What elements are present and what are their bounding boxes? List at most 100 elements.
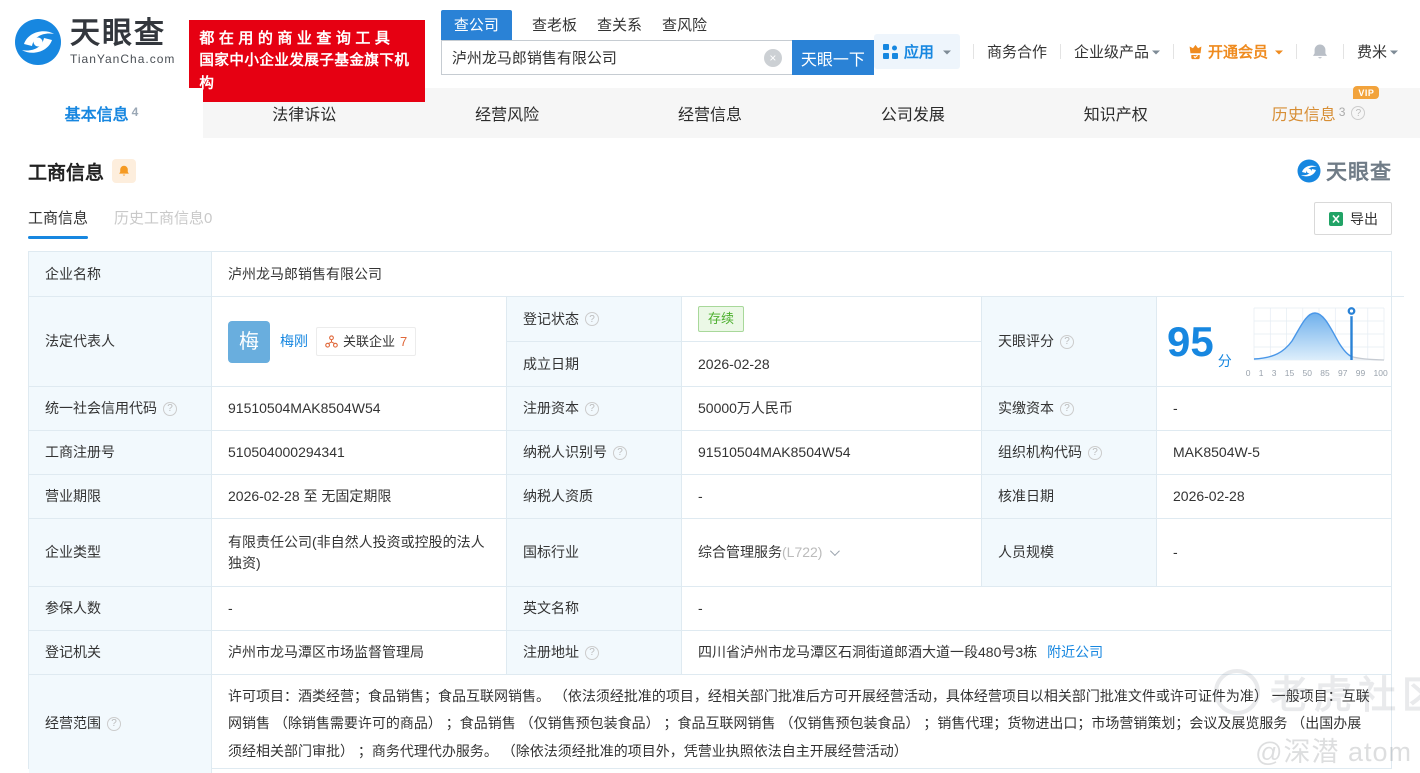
export-button[interactable]: 导出 — [1314, 202, 1392, 235]
nav-cooperation[interactable]: 商务合作 — [987, 41, 1047, 62]
legal-rep-name-link[interactable]: 梅刚 — [280, 331, 308, 352]
score-number: 95 — [1167, 317, 1214, 365]
help-icon[interactable] — [585, 312, 599, 326]
reg-number-label: 工商注册号 — [29, 430, 211, 474]
industry-label: 国标行业 — [506, 518, 681, 586]
chart-x-axis: 01 3 15 50 85 97 99 100 — [1245, 367, 1388, 378]
reg-status-label: 登记状态 — [506, 296, 681, 341]
tianyancha-logo-icon — [15, 19, 61, 65]
nav-vip-button[interactable]: 开通会员 — [1187, 41, 1283, 62]
address-text: 四川省泸州市龙马潭区石洞街道郎酒大道一段480号3栋 — [698, 644, 1038, 660]
excel-icon — [1329, 211, 1343, 226]
address-label: 注册地址 — [506, 630, 681, 674]
tab-company-development[interactable]: 公司发展 — [811, 88, 1014, 138]
chevron-down-icon — [1151, 50, 1160, 58]
help-icon[interactable] — [1088, 445, 1102, 460]
tab-ip-label: 知识产权 — [1083, 107, 1148, 124]
tab-operating-info[interactable]: 经营信息 — [609, 88, 812, 138]
main-content: 工商信息 天眼查 工商信息 历史工商信息0 导出 企业名称 泸州龙马郎销售有限公… — [0, 156, 1420, 773]
establish-date-value: 2026-02-28 — [681, 341, 981, 386]
nav-enterprise[interactable]: 企业级产品 — [1074, 41, 1160, 62]
tab-intellectual-property[interactable]: 知识产权 — [1014, 88, 1217, 138]
nav-user-menu[interactable]: 费米 — [1357, 41, 1398, 62]
insured-label: 参保人数 — [29, 586, 211, 630]
search-input[interactable]: 泸州龙马郎销售有限公司 — [440, 40, 792, 75]
top-header: 天眼查 TianYanCha.com 都在用的商业查询工具 国家中小企业发展子基… — [0, 0, 1420, 103]
subtab-history-business-info[interactable]: 历史工商信息0 — [114, 207, 212, 239]
taxpayer-quality-label: 纳税人资质 — [506, 474, 681, 518]
tab-basic-info[interactable]: 基本信息 4 — [0, 88, 203, 138]
help-icon[interactable] — [1060, 401, 1074, 416]
table-row-company-name: 企业名称 泸州龙马郎销售有限公司 — [29, 252, 1391, 296]
establish-date-label: 成立日期 — [506, 341, 681, 386]
business-scope-label: 经营范围 — [29, 674, 211, 773]
industry-dropdown[interactable]: 综合管理服务 (L722) — [698, 542, 841, 563]
business-term-value: 2026-02-28 至 无固定期限 — [211, 474, 506, 518]
nav-enterprise-label: 企业级产品 — [1073, 44, 1149, 61]
search-block: 查公司 查老板 查关系 查风险 泸州龙马郎销售有限公司 天眼一下 — [440, 10, 874, 75]
clear-icon[interactable] — [763, 48, 782, 67]
legal-rep-value: 梅 梅刚 关联企业 7 — [211, 296, 506, 386]
nav-divider — [1342, 44, 1344, 59]
notification-bell-icon[interactable] — [1310, 42, 1330, 62]
tab-history-label: 历史信息 — [1271, 107, 1336, 124]
promo-line1: 都在用的商业查询工具 — [199, 30, 395, 47]
score-label: 天眼评分 — [981, 296, 1156, 386]
help-icon[interactable] — [163, 401, 177, 416]
crown-icon — [1189, 44, 1202, 59]
nav-apps-button[interactable]: 应用 — [873, 34, 960, 69]
related-companies-badge[interactable]: 关联企业 7 — [316, 326, 417, 357]
help-icon[interactable] — [585, 401, 599, 416]
reg-capital-label: 注册资本 — [506, 386, 681, 430]
staff-size-label: 人员规模 — [981, 518, 1156, 586]
search-tabs: 查公司 查老板 查关系 查风险 — [440, 10, 874, 40]
registry-value: 泸州市龙马潭区市场监督管理局 — [211, 630, 506, 674]
table-row-registry: 登记机关 泸州市龙马潭区市场监督管理局 注册地址 四川省泸州市龙马潭区石洞街道郎… — [29, 630, 1391, 674]
help-icon[interactable] — [613, 445, 627, 460]
tab-operation-label: 经营信息 — [678, 107, 743, 124]
search-button[interactable]: 天眼一下 — [791, 40, 874, 75]
avatar[interactable]: 梅 — [228, 320, 270, 363]
logo-text: 天眼查 TianYanCha.com — [70, 16, 175, 66]
corner-watermark-logo: 天眼查 — [1297, 156, 1392, 186]
paid-capital-label: 实缴资本 — [981, 386, 1156, 430]
subscribe-bell-icon[interactable] — [112, 159, 137, 183]
taxpayer-id-label: 纳税人识别号 — [506, 430, 681, 474]
brand-name: 天眼查 — [70, 16, 166, 50]
nearby-companies-link[interactable]: 附近公司 — [1047, 642, 1103, 663]
tab-legal-proceedings[interactable]: 法律诉讼 — [203, 88, 406, 138]
export-label: 导出 — [1350, 210, 1378, 227]
help-icon[interactable] — [1060, 334, 1074, 349]
subtab-row: 工商信息 历史工商信息0 导出 — [28, 202, 1392, 239]
search-tab-company[interactable]: 查公司 — [440, 10, 512, 40]
business-scope-value: 许可项目：酒类经营；食品销售；食品互联网销售。 （依法须经批准的项目，经相关部门… — [211, 674, 1391, 773]
tab-history-info[interactable]: VIP 历史信息 3 — [1217, 86, 1420, 138]
score-distribution-chart[interactable]: 01 3 15 50 85 97 99 100 — [1244, 304, 1394, 380]
nav-divider — [1295, 44, 1297, 59]
help-icon[interactable] — [107, 716, 121, 731]
staff-size-value: - — [1156, 518, 1391, 586]
industry-code: (L722) — [782, 544, 823, 560]
search-tab-relation[interactable]: 查关系 — [597, 10, 642, 40]
tab-operating-risk[interactable]: 经营风险 — [406, 88, 609, 138]
business-info-table: 企业名称 泸州龙马郎销售有限公司 法定代表人 梅 梅刚 关联企业 7 登记状态 … — [28, 251, 1404, 773]
approval-date-value: 2026-02-28 — [1156, 474, 1391, 518]
score-value: 95 分 0 1 3 15 50 85 97 99 100 — [1156, 296, 1404, 386]
help-icon[interactable] — [1351, 106, 1366, 120]
nav-user-label: 费米 — [1356, 44, 1387, 61]
industry-value: 综合管理服务 (L722) — [681, 518, 981, 586]
registry-label: 登记机关 — [29, 630, 211, 674]
tianyancha-corner-icon — [1297, 159, 1321, 183]
tab-risk-label: 经营风险 — [475, 107, 540, 124]
corner-brand-text: 天眼查 — [1326, 161, 1392, 184]
status-badge: 存续 — [698, 306, 745, 332]
subtab-business-info[interactable]: 工商信息 — [28, 207, 89, 239]
tab-legal-label: 法律诉讼 — [272, 107, 337, 124]
help-icon[interactable] — [585, 645, 599, 660]
search-tab-risk[interactable]: 查风险 — [662, 10, 707, 40]
english-name-value: - — [681, 586, 1391, 630]
taxpayer-quality-value: - — [681, 474, 981, 518]
search-tab-boss[interactable]: 查老板 — [532, 10, 577, 40]
nav-divider — [1059, 44, 1061, 59]
tianyancha-logo[interactable]: 天眼查 TianYanCha.com — [14, 18, 175, 66]
